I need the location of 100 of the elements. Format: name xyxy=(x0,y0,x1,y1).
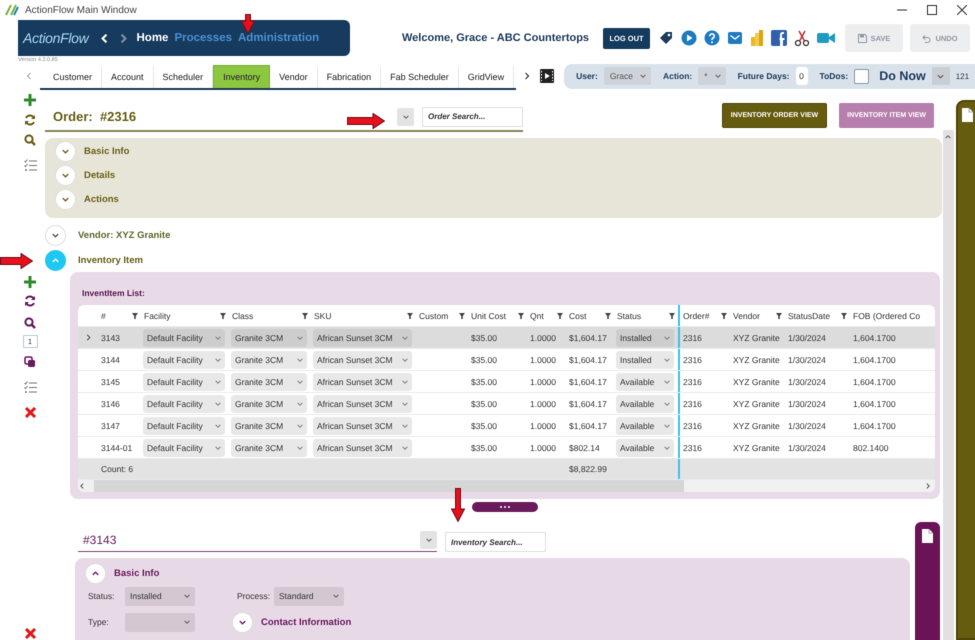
select-field[interactable]: Standard xyxy=(274,586,344,606)
maximize-icon[interactable] xyxy=(927,5,937,15)
scissors-icon[interactable] xyxy=(794,29,810,47)
f-logo-icon[interactable] xyxy=(771,30,788,46)
column-header[interactable]: Qnt xyxy=(527,305,566,326)
filter-icon[interactable] xyxy=(669,312,675,318)
column-header[interactable]: SKU xyxy=(311,305,416,326)
splitter-handle[interactable] xyxy=(472,502,538,512)
tag-icon[interactable] xyxy=(658,30,674,46)
cell-dropdown[interactable]: Default Facility xyxy=(143,350,225,368)
tab[interactable]: Fabrication xyxy=(318,66,382,88)
copy-icon[interactable] xyxy=(24,356,36,368)
cell-dropdown[interactable]: Available xyxy=(616,416,674,434)
filter-icon[interactable] xyxy=(407,312,413,318)
cell-dropdown[interactable]: Default Facility xyxy=(143,394,225,412)
add-icon[interactable] xyxy=(24,276,36,288)
video-camera-icon[interactable] xyxy=(817,31,836,45)
tab[interactable]: GridView xyxy=(458,66,514,88)
play-icon[interactable] xyxy=(681,30,698,46)
side-panel[interactable] xyxy=(956,100,975,640)
cell-dropdown[interactable]: Default Facility xyxy=(143,438,225,456)
refresh-icon[interactable] xyxy=(24,114,36,126)
table-row[interactable]: 3145 Default Facility Granite 3CM African Sunset 3CM $35.00 1.0000 $1,604.17 Available 2316 XYZ Granite 1/30/2024 1,604.1700 xyxy=(78,371,935,393)
filter-icon[interactable] xyxy=(776,312,782,318)
filter-icon[interactable] xyxy=(220,312,226,318)
vertical-scrollbar[interactable] xyxy=(943,130,954,640)
film-icon[interactable] xyxy=(540,69,554,83)
delete-icon[interactable] xyxy=(24,407,36,418)
filter-icon[interactable] xyxy=(557,312,563,318)
document-icon[interactable] xyxy=(921,528,934,544)
cell-dropdown[interactable]: African Sunset 3CM xyxy=(313,372,412,390)
cell-dropdown[interactable]: Installed xyxy=(616,328,674,346)
checklist-icon[interactable] xyxy=(24,381,36,394)
cell-dropdown[interactable]: Default Facility xyxy=(143,416,225,434)
expand-button[interactable] xyxy=(55,140,76,162)
filter-icon[interactable] xyxy=(605,312,611,318)
cell-dropdown[interactable]: Granite 3CM xyxy=(231,394,307,412)
search-field[interactable]: Inventory Search... xyxy=(445,532,546,552)
filter-icon[interactable] xyxy=(302,312,308,318)
search-icon[interactable] xyxy=(24,317,36,329)
cell-dropdown[interactable]: African Sunset 3CM xyxy=(313,438,412,456)
cell-dropdown[interactable]: Available xyxy=(616,438,674,456)
todos-checkbox[interactable] xyxy=(854,68,870,84)
add-icon[interactable] xyxy=(24,94,36,106)
column-header[interactable]: Order# xyxy=(680,305,730,326)
cell-dropdown[interactable]: African Sunset 3CM xyxy=(313,350,412,368)
tab[interactable]: Vendor xyxy=(270,66,318,88)
cell-dropdown[interactable]: African Sunset 3CM xyxy=(313,416,412,434)
table-row[interactable]: 3147 Default Facility Granite 3CM African Sunset 3CM $35.00 1.0000 $1,604.17 Available 2316 XYZ Granite 1/30/2024 1,604.1700 xyxy=(78,415,935,437)
cell-dropdown[interactable]: Granite 3CM xyxy=(231,438,307,456)
days-field[interactable]: 0 xyxy=(796,67,808,85)
cell-dropdown[interactable]: Installed xyxy=(616,350,674,368)
cell-dropdown[interactable]: African Sunset 3CM xyxy=(313,394,412,412)
column-header[interactable]: Unit Cost xyxy=(468,305,527,326)
column-header[interactable]: Vendor xyxy=(730,305,785,326)
column-header[interactable]: # xyxy=(98,305,141,326)
select-field[interactable] xyxy=(125,612,195,632)
filter-icon[interactable] xyxy=(459,312,465,318)
table-row[interactable]: 3146 Default Facility Granite 3CM African Sunset 3CM $35.00 1.0000 $1,604.17 Available 2316 XYZ Granite 1/30/2024 1,604.1700 xyxy=(78,393,935,415)
document-icon[interactable] xyxy=(960,107,974,123)
mail-icon[interactable] xyxy=(727,30,744,46)
cell-dropdown[interactable]: Granite 3CM xyxy=(231,328,307,346)
filter-icon[interactable] xyxy=(518,312,524,318)
cell-dropdown[interactable]: African Sunset 3CM xyxy=(313,328,412,346)
filter-icon[interactable] xyxy=(841,312,847,318)
tab[interactable]: Account xyxy=(102,66,154,88)
tab[interactable]: Inventory xyxy=(213,64,270,88)
cell-dropdown[interactable]: Granite 3CM xyxy=(231,372,307,390)
expand-button[interactable] xyxy=(55,188,76,210)
cell-dropdown[interactable]: Default Facility xyxy=(143,372,225,390)
horizontal-scrollbar[interactable] xyxy=(78,480,935,492)
user-dropdown[interactable]: Grace xyxy=(604,67,651,85)
column-header[interactable]: Facility xyxy=(141,305,229,326)
column-header[interactable]: StatusDate xyxy=(785,305,850,326)
filter-icon[interactable] xyxy=(721,312,727,318)
cell-dropdown[interactable]: Available xyxy=(616,372,674,390)
delete-icon[interactable] xyxy=(24,628,36,639)
nav-link[interactable]: Home xyxy=(136,32,168,44)
table-row[interactable]: 3143 Default Facility Granite 3CM African Sunset 3CM $35.00 1.0000 $1,604.17 Installed 2316 XYZ Granite 1/30/2024 1,604.1700 xyxy=(78,327,935,349)
table-row[interactable]: 3144 Default Facility Granite 3CM African Sunset 3CM $35.00 1.0000 $1,604.17 Installed 2316 XYZ Granite 1/30/2024 1,604.1700 xyxy=(78,349,935,371)
do-now-dropdown[interactable] xyxy=(932,67,950,85)
column-header[interactable]: Cost xyxy=(566,305,614,326)
search-icon[interactable] xyxy=(24,134,36,146)
tab[interactable]: Fab Scheduler xyxy=(381,66,459,88)
filter-icon[interactable] xyxy=(132,312,138,318)
select-field[interactable]: Installed xyxy=(125,586,195,606)
close-icon[interactable] xyxy=(957,5,967,15)
side-tab[interactable] xyxy=(915,522,940,640)
search-field[interactable]: Order Search... xyxy=(422,106,523,126)
expand-button[interactable] xyxy=(45,224,66,246)
action-dropdown[interactable]: * xyxy=(698,67,726,85)
cell-dropdown[interactable]: Default Facility xyxy=(143,328,225,346)
collapse-button[interactable] xyxy=(85,562,106,584)
column-header[interactable]: FOB (Ordered Co xyxy=(850,305,931,326)
refresh-icon[interactable] xyxy=(24,295,36,307)
help-icon[interactable] xyxy=(704,30,720,46)
tab[interactable]: Customer xyxy=(44,66,102,88)
column-header[interactable]: Class xyxy=(229,305,311,326)
cell-dropdown[interactable]: Granite 3CM xyxy=(231,350,307,368)
cell-dropdown[interactable]: Available xyxy=(616,394,674,412)
